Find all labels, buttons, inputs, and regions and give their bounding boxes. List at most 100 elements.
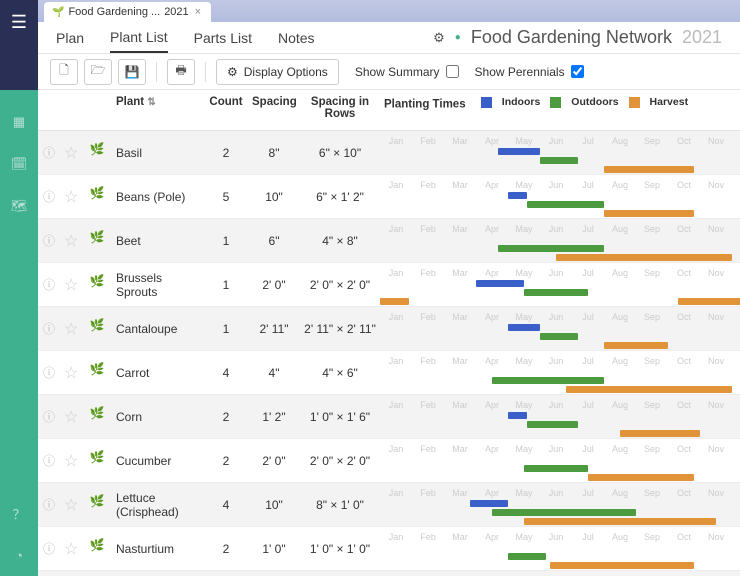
carrot-icon: 🌿: [86, 362, 108, 384]
favorite-star-icon[interactable]: ☆: [64, 233, 78, 250]
print-button[interactable]: 🖶: [167, 59, 195, 85]
show-perennials-checkbox[interactable]: [571, 65, 584, 78]
planting-timeline: [380, 236, 740, 260]
plant-name[interactable]: Corn: [112, 395, 204, 439]
lettuce-icon: 🌿: [86, 494, 108, 516]
legend-indoors-swatch: [481, 97, 492, 108]
plant-name[interactable]: Lettuce (Crisphead): [112, 483, 204, 527]
plant-list-grid[interactable]: Plant ⇅ Count Spacing Spacing in Rows Pl…: [38, 90, 740, 576]
plant-spacing: 1' 2": [248, 395, 300, 439]
planting-timeline: [380, 192, 740, 216]
plant-spacing-in-rows: 6" × 10": [300, 131, 380, 175]
sort-icon: ⇅: [147, 97, 155, 108]
favorite-star-icon[interactable]: ☆: [64, 541, 78, 558]
planting-timeline: [380, 148, 740, 172]
document-tab-title: Food Gardening ...: [68, 6, 160, 18]
cucumber-icon: 🌿: [86, 450, 108, 472]
plant-name[interactable]: Brussels Sprouts: [112, 263, 204, 307]
plant-name[interactable]: Cucumber: [112, 439, 204, 483]
show-summary-checkbox[interactable]: [446, 65, 459, 78]
info-icon[interactable]: ⓘ: [43, 322, 55, 336]
plant-spacing-in-rows: 2' 11" × 2' 11": [300, 307, 380, 351]
tab-plan[interactable]: Plan: [56, 24, 84, 52]
close-icon[interactable]: ×: [193, 6, 203, 18]
table-row: ⓘ☆🌿Carrot44"4" × 6"JanFebMarAprMayJunJul…: [38, 351, 740, 395]
cantaloupe-icon: 🌿: [86, 318, 108, 340]
sidebar-grid-icon[interactable]: ▦: [8, 111, 30, 133]
col-spacing[interactable]: Spacing: [248, 90, 300, 131]
beet-icon: 🌿: [86, 230, 108, 252]
col-spacing-in-rows[interactable]: Spacing in Rows: [300, 90, 380, 131]
planting-timeline: [380, 368, 740, 392]
col-plant[interactable]: Plant ⇅: [112, 90, 204, 131]
account-icon[interactable]: ◔: [8, 544, 30, 566]
corn-icon: 🌿: [86, 406, 108, 428]
display-options-button[interactable]: ⚙ Display Options: [216, 59, 339, 85]
favorite-star-icon[interactable]: ☆: [64, 277, 78, 294]
new-button[interactable]: 🗋: [50, 59, 78, 85]
info-icon[interactable]: ⓘ: [43, 366, 55, 380]
info-icon[interactable]: ⓘ: [43, 454, 55, 468]
table-row: ⓘ☆🌿Beet16"4" × 8"JanFebMarAprMayJunJulAu…: [38, 219, 740, 263]
plant-count: 2: [204, 571, 248, 576]
tab-notes[interactable]: Notes: [278, 24, 315, 52]
info-icon[interactable]: ⓘ: [43, 234, 55, 248]
network-title: Food Gardening Network: [471, 27, 672, 48]
plant-count: 1: [204, 263, 248, 307]
favorite-star-icon[interactable]: ☆: [64, 145, 78, 162]
sidebar-map-icon[interactable]: 🗺: [8, 195, 30, 217]
save-button[interactable]: 💾: [118, 59, 146, 85]
tab-parts-list[interactable]: Parts List: [194, 24, 252, 52]
info-icon[interactable]: ⓘ: [43, 498, 55, 512]
toolbar: 🗋 🗁 💾 🖶 ⚙ Display Options Show Summary S…: [38, 54, 740, 90]
plant-icon: 🌱: [52, 7, 64, 18]
favorite-star-icon[interactable]: ☆: [64, 189, 78, 206]
document-tab[interactable]: 🌱 Food Gardening ... 2021 ×: [44, 2, 211, 22]
favorite-star-icon[interactable]: ☆: [64, 321, 78, 338]
plant-name[interactable]: Basil: [112, 131, 204, 175]
document-tab-year: 2021: [164, 6, 188, 18]
plant-name[interactable]: Beans (Pole): [112, 175, 204, 219]
tab-plant-list[interactable]: Plant List: [110, 23, 168, 53]
show-summary-label: Show Summary: [355, 65, 440, 79]
planting-timeline: [380, 544, 740, 568]
plant-name[interactable]: Beet: [112, 219, 204, 263]
info-icon[interactable]: ⓘ: [43, 190, 55, 204]
plant-count: 1: [204, 307, 248, 351]
col-count[interactable]: Count: [204, 90, 248, 131]
show-perennials-toggle[interactable]: Show Perennials: [475, 65, 584, 79]
favorite-star-icon[interactable]: ☆: [64, 453, 78, 470]
document-tab-bar: 🌱 Food Gardening ... 2021 ×: [38, 0, 740, 22]
favorite-star-icon[interactable]: ☆: [64, 497, 78, 514]
brussels-icon: 🌿: [86, 274, 108, 296]
plant-name[interactable]: Onion: [112, 571, 204, 576]
table-row: ⓘ☆🌿Corn21' 2"1' 0" × 1' 6"JanFebMarAprMa…: [38, 395, 740, 439]
sidebar-planner-icon[interactable]: 🗓: [8, 153, 30, 175]
planting-timeline: [380, 280, 740, 304]
plant-name[interactable]: Cantaloupe: [112, 307, 204, 351]
plant-spacing-in-rows: 6" × 1' 2": [300, 175, 380, 219]
info-icon[interactable]: ⓘ: [43, 278, 55, 292]
help-icon[interactable]: ？: [8, 502, 30, 524]
app-sidebar: ☰ ▦ 🗓 🗺 ？ ◔: [0, 0, 38, 576]
show-summary-toggle[interactable]: Show Summary: [355, 65, 459, 79]
plant-spacing-in-rows: 4" × 8": [300, 219, 380, 263]
open-button[interactable]: 🗁: [84, 59, 112, 85]
plant-count: 2: [204, 439, 248, 483]
favorite-star-icon[interactable]: ☆: [64, 409, 78, 426]
info-icon[interactable]: ⓘ: [43, 410, 55, 424]
plant-spacing-in-rows: 1' 0" × 1' 0": [300, 527, 380, 571]
plant-name[interactable]: Nasturtium: [112, 527, 204, 571]
menu-icon[interactable]: ☰: [11, 12, 27, 33]
planting-timeline: [380, 324, 740, 348]
gear-icon[interactable]: ⚙: [433, 30, 445, 46]
table-row: ⓘ☆🌿Lettuce (Crisphead)410"8" × 1' 0"JanF…: [38, 483, 740, 527]
nasturtium-icon: 🌿: [86, 538, 108, 560]
favorite-star-icon[interactable]: ☆: [64, 365, 78, 382]
plant-name[interactable]: Carrot: [112, 351, 204, 395]
info-icon[interactable]: ⓘ: [43, 542, 55, 556]
table-row: ⓘ☆🌿Onion26"4" × 8"JanFebMarAprMayJunJulA…: [38, 571, 740, 576]
plant-spacing-in-rows: 4" × 8": [300, 571, 380, 576]
plant-spacing-in-rows: 8" × 1' 0": [300, 483, 380, 527]
info-icon[interactable]: ⓘ: [43, 146, 55, 160]
